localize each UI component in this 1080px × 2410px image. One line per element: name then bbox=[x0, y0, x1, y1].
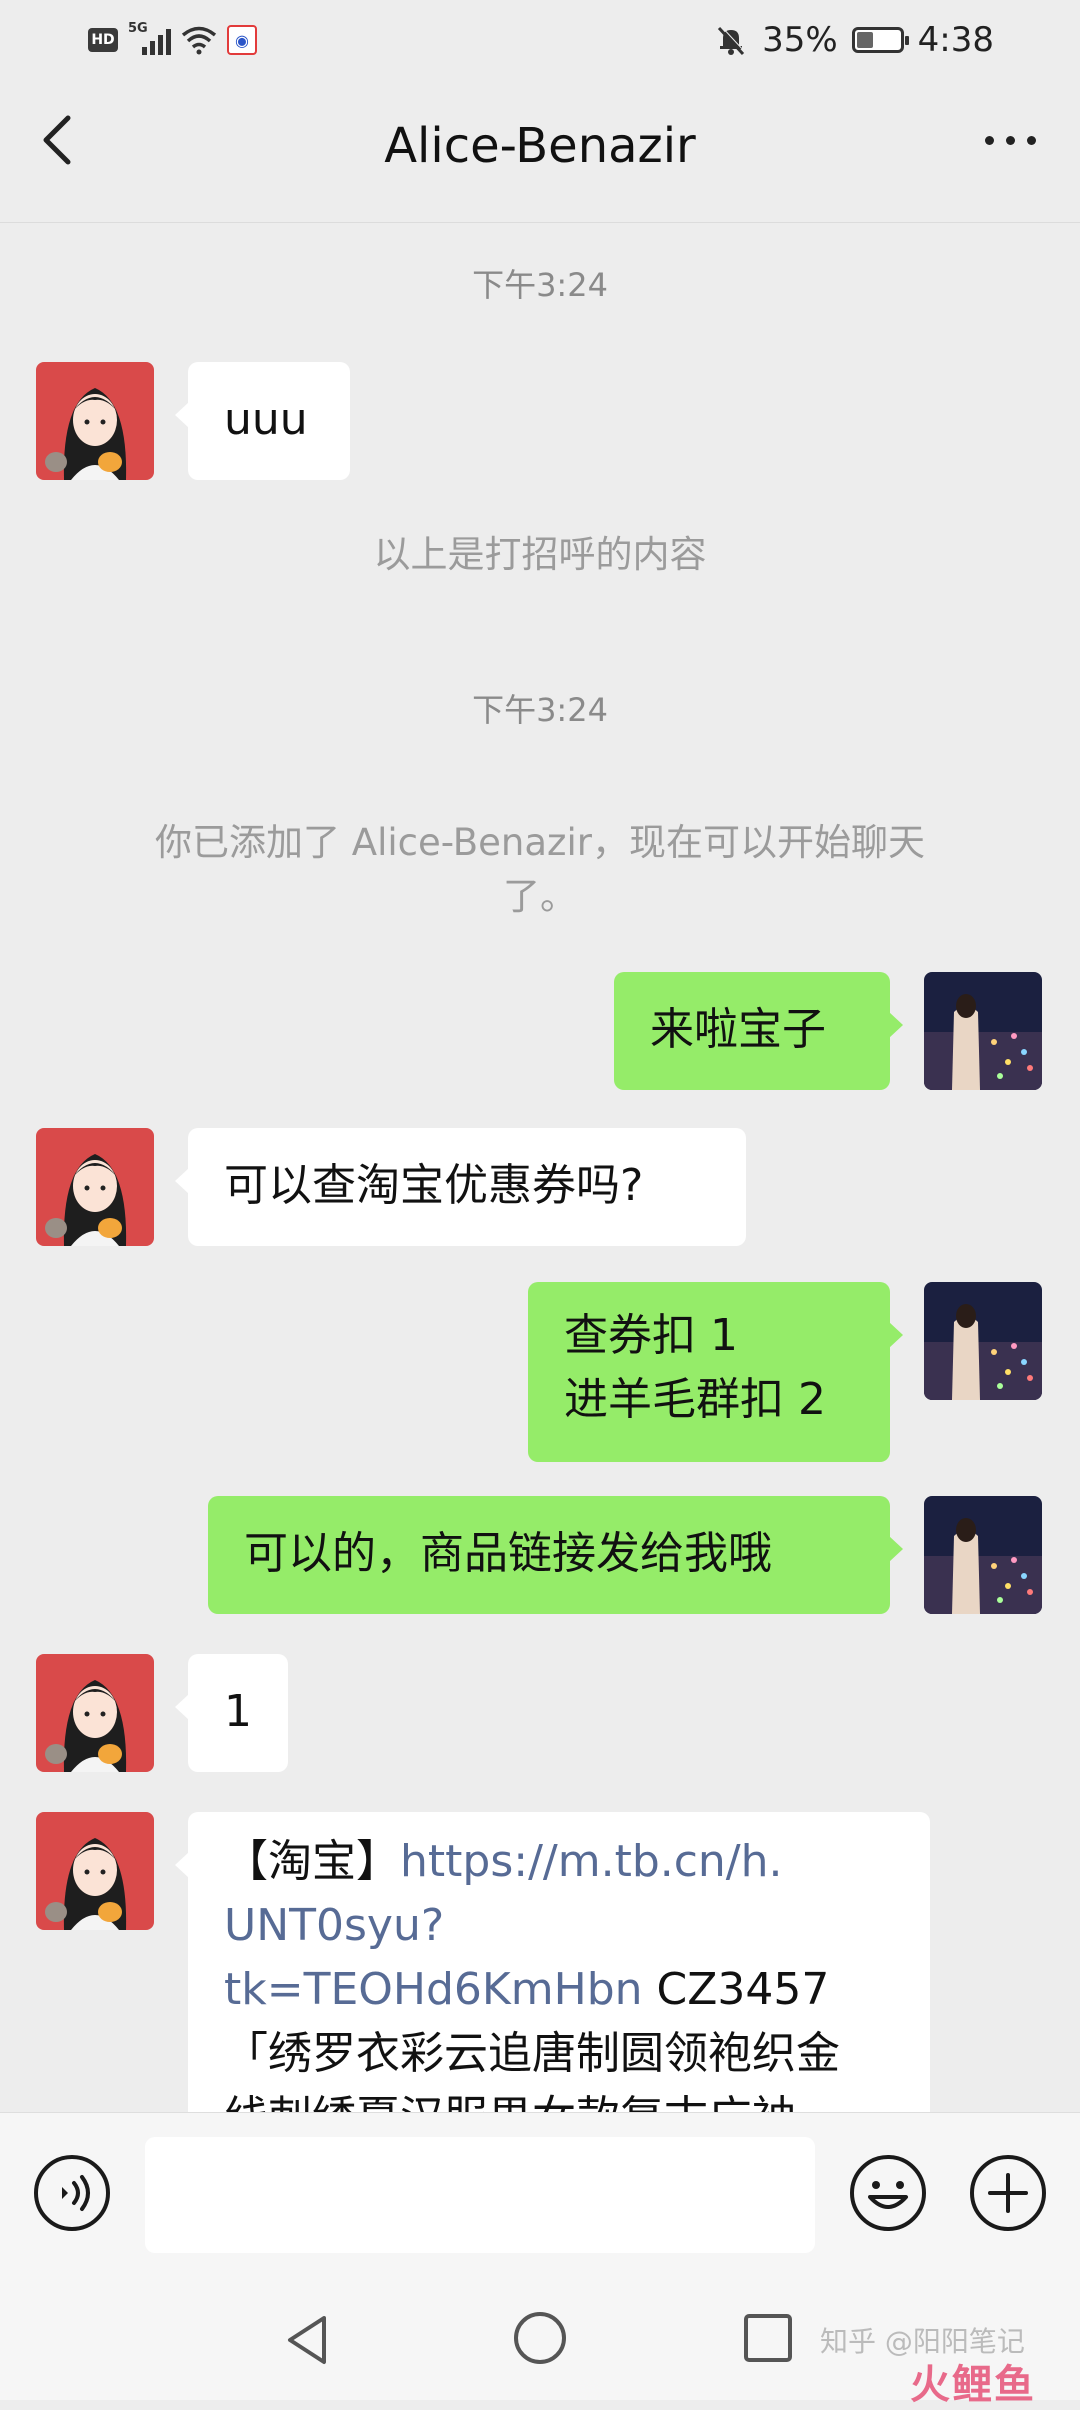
plus-icon[interactable] bbox=[968, 2153, 1048, 2233]
message-text: 可以查淘宝优惠券吗? bbox=[224, 1160, 644, 1211]
system-navigation-bar: 知乎 @阳阳笔记 火鲤鱼 bbox=[0, 2280, 1080, 2408]
message-bubble-incoming[interactable]: 1 bbox=[175, 1654, 288, 1772]
message-text-line: tk=TEOHd6KmHbn CZ3457 bbox=[224, 1958, 894, 2022]
chat-header: Alice-Benazir bbox=[0, 80, 1080, 223]
status-left-icons: HD 5G ◉ bbox=[88, 21, 257, 58]
message-text-line: 【淘宝】https://m.tb.cn/h. bbox=[224, 1830, 894, 1894]
system-message: 以上是打招呼的内容 bbox=[373, 533, 707, 576]
status-bar: HD 5G ◉ 35% 4:38 bbox=[0, 0, 1080, 80]
system-message-line: 了。 bbox=[503, 875, 577, 918]
avatar-self[interactable] bbox=[924, 1496, 1042, 1614]
message-input[interactable] bbox=[145, 2137, 815, 2253]
emoji-icon[interactable] bbox=[848, 2153, 928, 2233]
system-message: 你已添加了 Alice-Benazir，现在可以开始聊天 了。 bbox=[80, 816, 1000, 924]
nav-home-icon[interactable] bbox=[510, 2308, 570, 2368]
more-dots-icon[interactable] bbox=[970, 120, 1050, 160]
hd-badge: HD bbox=[88, 28, 118, 52]
nav-back-icon[interactable] bbox=[278, 2310, 338, 2370]
message-bubble-incoming[interactable]: 可以查淘宝优惠券吗? bbox=[175, 1128, 746, 1246]
network-type: 5G bbox=[128, 21, 148, 36]
message-bubble-outgoing[interactable]: 可以的，商品链接发给我哦 bbox=[208, 1496, 903, 1614]
product-code: CZ3457 bbox=[642, 1964, 830, 2015]
message-text: uuu bbox=[224, 394, 308, 445]
input-bar bbox=[0, 2112, 1080, 2281]
message-text-line: 「绣罗衣彩云追唐制圆领袍织金 bbox=[224, 2028, 840, 2079]
avatar[interactable] bbox=[36, 362, 154, 480]
message-link[interactable]: https://m.tb.cn/h. bbox=[400, 1836, 783, 1887]
watermark-logo: 火鲤鱼 bbox=[910, 2362, 1036, 2408]
avatar[interactable] bbox=[36, 1128, 154, 1246]
app-notification-icon: ◉ bbox=[227, 25, 257, 55]
wifi-icon bbox=[181, 26, 217, 55]
message-bubble-outgoing[interactable]: 来啦宝子 bbox=[614, 972, 903, 1090]
system-message-line: 你已添加了 Alice-Benazir，现在可以开始聊天 bbox=[155, 821, 925, 864]
message-text: 来啦宝子 bbox=[650, 1004, 826, 1055]
nav-recents-icon[interactable] bbox=[740, 2310, 796, 2366]
bell-off-icon bbox=[717, 25, 746, 56]
status-right-icons: 35% 4:38 bbox=[714, 18, 994, 62]
message-text: 1 bbox=[224, 1686, 252, 1737]
voice-icon[interactable] bbox=[32, 2153, 112, 2233]
message-bubble-outgoing[interactable]: 查券扣 1 进羊毛群扣 2 bbox=[528, 1282, 903, 1462]
avatar-self[interactable] bbox=[924, 1282, 1042, 1400]
cellular-signal-icon: 5G bbox=[128, 21, 171, 55]
message-bubble-incoming[interactable]: uuu bbox=[175, 362, 350, 480]
chat-title: Alice-Benazir bbox=[384, 118, 696, 174]
message-link[interactable]: tk=TEOHd6KmHbn bbox=[224, 1964, 643, 2015]
battery-icon bbox=[851, 27, 909, 53]
battery-percent: 35% bbox=[762, 20, 838, 60]
avatar-self[interactable] bbox=[924, 972, 1042, 1090]
message-text-line: 查券扣 1 bbox=[564, 1310, 738, 1361]
timestamp: 下午3:24 bbox=[472, 691, 608, 729]
clock: 4:38 bbox=[917, 20, 994, 60]
avatar[interactable] bbox=[36, 1812, 154, 1930]
avatar[interactable] bbox=[36, 1654, 154, 1772]
taobao-prefix: 【淘宝】 bbox=[224, 1836, 400, 1887]
message-text: 可以的，商品链接发给我哦 bbox=[244, 1528, 772, 1579]
timestamp: 下午3:24 bbox=[472, 266, 608, 304]
message-link[interactable]: UNT0syu? bbox=[224, 1894, 894, 1958]
message-text-line: 进羊毛群扣 2 bbox=[564, 1374, 826, 1425]
